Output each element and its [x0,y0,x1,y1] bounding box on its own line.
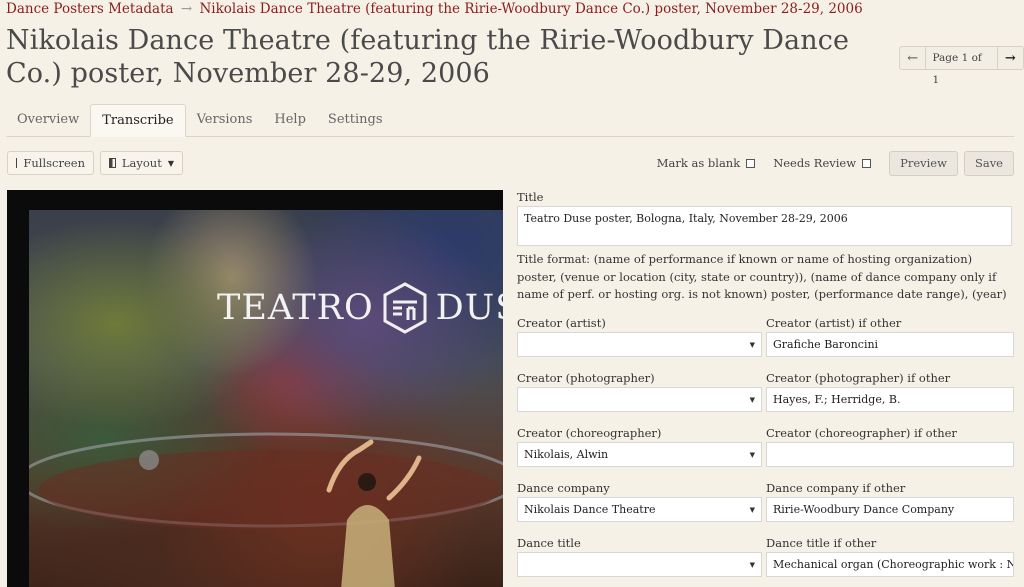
fullscreen-label: Fullscreen [23,156,85,170]
breadcrumb-current[interactable]: Nikolais Dance Theatre (featuring the Ri… [199,1,862,17]
title-format-help: Title format: (name of performance if kn… [517,252,1007,301]
poster-text-right: DUSE [435,288,503,328]
creator-artist-other-label: Creator (artist) if other [766,316,902,330]
dance-title-other-input[interactable]: Mechanical organ (Choreographic work : N… [766,552,1014,577]
creator-choreographer-label: Creator (choreographer) [517,426,662,440]
tab-transcribe[interactable]: Transcribe [90,104,186,137]
dance-title-label: Dance title [517,536,581,550]
needs-review-checkbox[interactable] [862,158,872,168]
stage-backdrop [29,432,503,587]
arrow-left-icon: ← [907,50,919,66]
creator-artist-other-input[interactable]: Grafiche Baroncini [766,332,1014,357]
prev-page-button[interactable]: ← [900,47,925,69]
dance-title-other-label: Dance title if other [766,536,877,550]
preview-button[interactable]: Preview [889,150,958,176]
needs-review-label: Needs Review [773,156,857,170]
tab-settings[interactable]: Settings [317,104,394,136]
breadcrumb: Dance Posters Metadata → Nikolais Dance … [6,1,863,17]
creator-photographer-other-label: Creator (photographer) if other [766,371,951,385]
dance-company-other-input[interactable]: Ririe-Woodbury Dance Company [766,497,1014,522]
tab-versions[interactable]: Versions [186,104,264,136]
creator-artist-select[interactable]: ▼ [517,332,762,357]
tab-overview[interactable]: Overview [6,104,90,136]
mark-blank-label: Mark as blank [656,156,741,170]
creator-photographer-other-input[interactable]: Hayes, F.; Herridge, B. [766,387,1014,412]
tab-help[interactable]: Help [263,104,317,136]
dance-company-other-label: Dance company if other [766,481,906,495]
creator-choreographer-other-label: Creator (choreographer) if other [766,426,957,440]
caret-down-icon: ▼ [749,506,755,514]
caret-down-icon: ▼ [749,561,755,569]
creator-choreographer-other-input[interactable] [766,442,1014,467]
caret-down-icon: ▼ [167,158,174,168]
creator-artist-label: Creator (artist) [517,316,606,330]
title-textarea[interactable]: Teatro Duse poster, Bologna, Italy, Nove… [517,206,1012,246]
creator-photographer-select[interactable]: ▼ [517,387,762,412]
page-pager: ← Page 1 of 1 → [899,46,1024,86]
creator-choreographer-select[interactable]: Nikolais, Alwin ▼ [517,442,762,467]
layout-label: Layout [121,156,162,170]
dance-company-label: Dance company [517,481,610,495]
dance-company-select[interactable]: Nikolais Dance Theatre ▼ [517,497,762,522]
page-indicator: Page 1 of 1 [925,47,998,86]
mark-blank-checkbox[interactable] [746,158,756,168]
tab-bar: Overview Transcribe Versions Help Settin… [6,104,1014,137]
fullscreen-button[interactable]: Fullscreen [7,151,94,175]
dance-title-select[interactable]: ▼ [517,552,762,577]
save-button[interactable]: Save [963,150,1014,176]
next-page-button[interactable]: → [998,47,1023,69]
poster-image: TEATRO DUSE [29,210,503,587]
layout-icon [109,158,116,168]
arrow-right-icon: → [1004,50,1016,66]
caret-down-icon: ▼ [749,341,755,349]
creator-photographer-label: Creator (photographer) [517,371,655,385]
caret-down-icon: ▼ [749,396,755,404]
caret-down-icon: ▼ [749,451,755,459]
teatro-duse-logo-icon [383,282,427,334]
breadcrumb-arrow: → [180,1,193,17]
breadcrumb-parent-link[interactable]: Dance Posters Metadata [6,1,174,17]
layout-dropdown[interactable]: Layout ▼ [100,151,183,175]
transcription-actions: Mark as blank Needs Review Preview Save [656,150,1014,176]
page-title: Nikolais Dance Theatre (featuring the Ri… [6,25,850,89]
creator-choreographer-value: Nikolais, Alwin [524,448,609,461]
poster-title: TEATRO DUSE [217,282,503,334]
title-label: Title [517,190,544,204]
page-image-viewer[interactable]: TEATRO DUSE [7,190,503,587]
dance-company-value: Nikolais Dance Theatre [524,503,656,516]
poster-text-left: TEATRO [217,288,374,328]
fullscreen-icon [16,158,18,168]
